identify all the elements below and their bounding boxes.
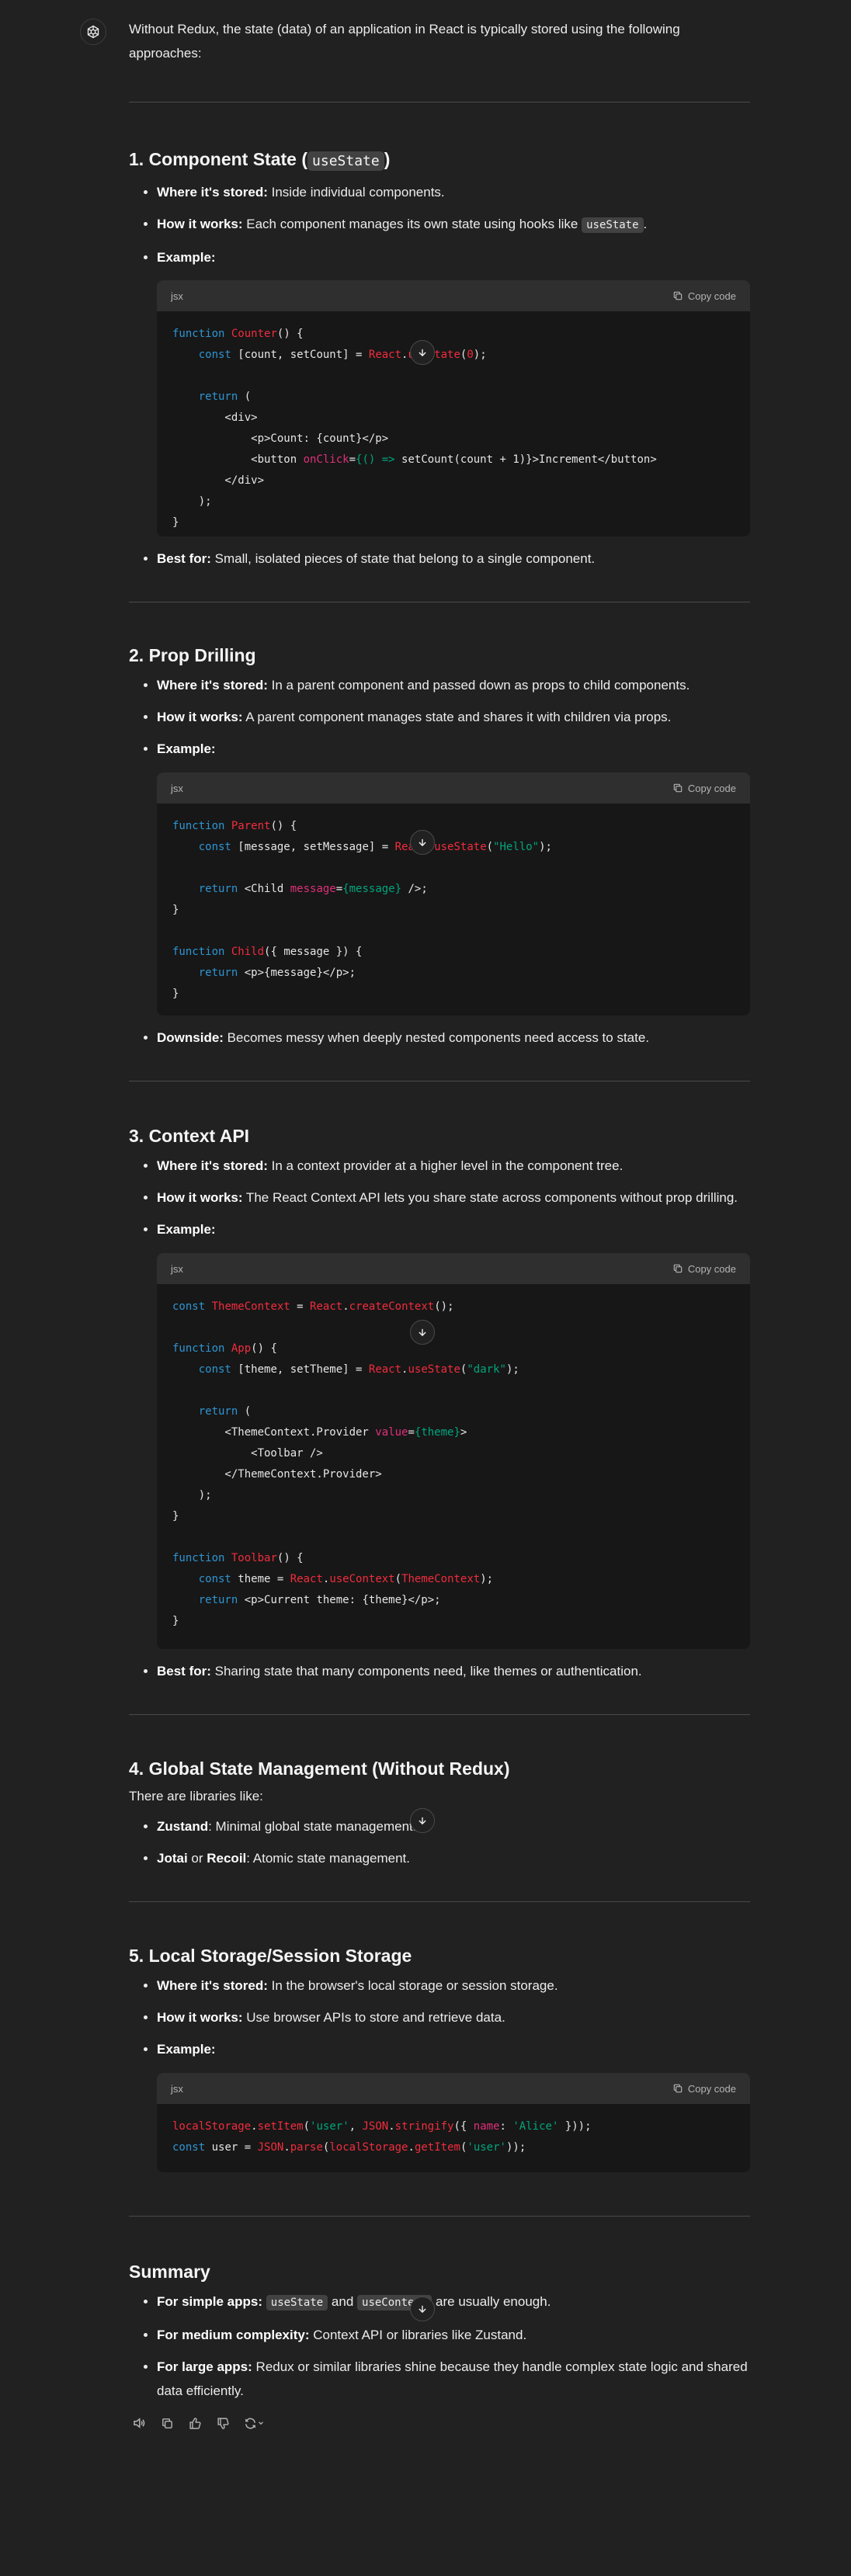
section-4-intro: There are libraries like:	[129, 1789, 263, 1804]
code-language: jsx	[171, 782, 183, 794]
regenerate-button[interactable]	[241, 2413, 267, 2433]
code-block-header: jsx Copy code	[157, 772, 750, 804]
inline-code: useState	[266, 2295, 328, 2310]
chevron-down-icon	[258, 2422, 263, 2425]
thumbs-down-icon	[217, 2417, 229, 2429]
message-actions	[129, 2412, 750, 2434]
code-content: function Parent() { const [message, setM…	[172, 820, 552, 1000]
list-item: Where it's stored: In the browser's loca…	[157, 1974, 750, 1998]
arrow-down-icon	[419, 2305, 426, 2314]
scroll-to-bottom-button[interactable]	[410, 2297, 435, 2321]
scroll-to-bottom-button[interactable]	[410, 1808, 435, 1833]
copy-code-button[interactable]: Copy code	[672, 1257, 736, 1281]
copy-icon	[673, 2084, 683, 2093]
section-heading-global-state: 4. Global State Management (Without Redu…	[129, 1758, 510, 1779]
copy-icon	[673, 291, 683, 300]
list-item: Example:	[157, 737, 750, 761]
list-item: Best for: Sharing state that many compon…	[157, 1659, 750, 1683]
bad-response-button[interactable]	[213, 2413, 233, 2433]
arrow-down-icon	[419, 349, 426, 357]
copy-icon	[162, 2418, 172, 2428]
list-item: Example:	[157, 245, 750, 269]
inline-code: useState	[582, 217, 644, 233]
speaker-icon	[134, 2418, 145, 2428]
copy-code-button[interactable]: Copy code	[672, 776, 736, 800]
code-block: jsx Copy code localStorage.setItem('user…	[157, 2073, 750, 2172]
list-item: Downside: Becomes messy when deeply nest…	[157, 1026, 750, 1050]
code-content: localStorage.setItem('user', JSON.string…	[172, 2120, 592, 2154]
arrow-down-icon	[419, 1328, 426, 1337]
list-item: Best for: Small, isolated pieces of stat…	[157, 547, 750, 571]
list-item: Jotai or Recoil: Atomic state management…	[157, 1846, 750, 1870]
list-item: Where it's stored: In a parent component…	[157, 673, 750, 697]
section-1-footer-list: Best for: Small, isolated pieces of stat…	[129, 547, 750, 571]
section-3-list: Where it's stored: In a context provider…	[129, 1154, 750, 1241]
thumbs-up-icon	[189, 2417, 201, 2429]
section-heading-prop-drilling: 2. Prop Drilling	[129, 645, 256, 665]
copy-icon	[673, 783, 683, 793]
code-block: jsx Copy code function Parent() { const …	[157, 772, 750, 1015]
copy-icon	[673, 1264, 683, 1273]
scroll-to-bottom-button[interactable]	[410, 340, 435, 365]
code-language: jsx	[171, 2082, 183, 2095]
section-heading-component-state: 1. Component State (useState)	[129, 149, 391, 171]
code-content: function Counter() { const [count, setCo…	[172, 328, 657, 529]
section-3-footer-list: Best for: Sharing state that many compon…	[129, 1659, 750, 1683]
copy-code-button[interactable]: Copy code	[672, 284, 736, 308]
section-2-list: Where it's stored: In a parent component…	[129, 673, 750, 761]
code-block: jsx Copy code const ThemeContext = React…	[157, 1253, 750, 1649]
section-2-footer-list: Downside: Becomes messy when deeply nest…	[129, 1026, 750, 1050]
section-heading-local-storage: 5. Local Storage/Session Storage	[129, 1946, 412, 1966]
code-language: jsx	[171, 290, 183, 302]
read-aloud-button[interactable]	[129, 2413, 149, 2433]
code-content: const ThemeContext = React.createContext…	[172, 1300, 519, 1627]
list-item: Zustand: Minimal global state management…	[157, 1814, 750, 1838]
intro-text: Without Redux, the state (data) of an ap…	[129, 22, 680, 61]
list-item: For medium complexity: Context API or li…	[157, 2323, 750, 2347]
code-block-header: jsx Copy code	[157, 1253, 750, 1284]
scroll-to-bottom-button[interactable]	[410, 1320, 435, 1345]
arrow-down-icon	[419, 1817, 426, 1825]
list-item: For large apps: Redux or similar librari…	[157, 2355, 750, 2403]
list-item: How it works: The React Context API lets…	[157, 1186, 750, 1210]
code-language: jsx	[171, 1262, 183, 1275]
list-item: For simple apps: useState and useContext…	[157, 2290, 750, 2315]
list-item: How it works: Each component manages its…	[157, 212, 750, 238]
section-5-list: Where it's stored: In the browser's loca…	[129, 1974, 750, 2061]
scroll-to-bottom-button[interactable]	[410, 830, 435, 855]
list-item: Example:	[157, 2037, 750, 2061]
section-heading-summary: Summary	[129, 2262, 210, 2282]
section-1-list: Where it's stored: Inside individual com…	[129, 180, 750, 269]
list-item: How it works: Use browser APIs to store …	[157, 2005, 750, 2029]
assistant-message: Without Redux, the state (data) of an ap…	[129, 17, 750, 2434]
section-heading-context-api: 3. Context API	[129, 1126, 250, 1146]
copy-message-button[interactable]	[157, 2413, 177, 2433]
copy-code-button[interactable]: Copy code	[672, 2077, 736, 2101]
code-block: jsx Copy code function Counter() { const…	[157, 280, 750, 536]
openai-logo-icon	[87, 25, 99, 39]
heading-code: useState	[307, 151, 384, 171]
arrow-down-icon	[419, 838, 426, 847]
section-4-list: Zustand: Minimal global state management…	[129, 1814, 750, 1870]
good-response-button[interactable]	[185, 2413, 205, 2433]
list-item: How it works: A parent component manages…	[157, 705, 750, 729]
code-block-header: jsx Copy code	[157, 280, 750, 311]
summary-list: For simple apps: useState and useContext…	[129, 2290, 750, 2403]
assistant-avatar	[80, 19, 106, 45]
code-block-header: jsx Copy code	[157, 2073, 750, 2104]
list-item: Example:	[157, 1217, 750, 1241]
refresh-icon	[245, 2418, 255, 2428]
list-item: Where it's stored: Inside individual com…	[157, 180, 750, 204]
list-item: Where it's stored: In a context provider…	[157, 1154, 750, 1178]
